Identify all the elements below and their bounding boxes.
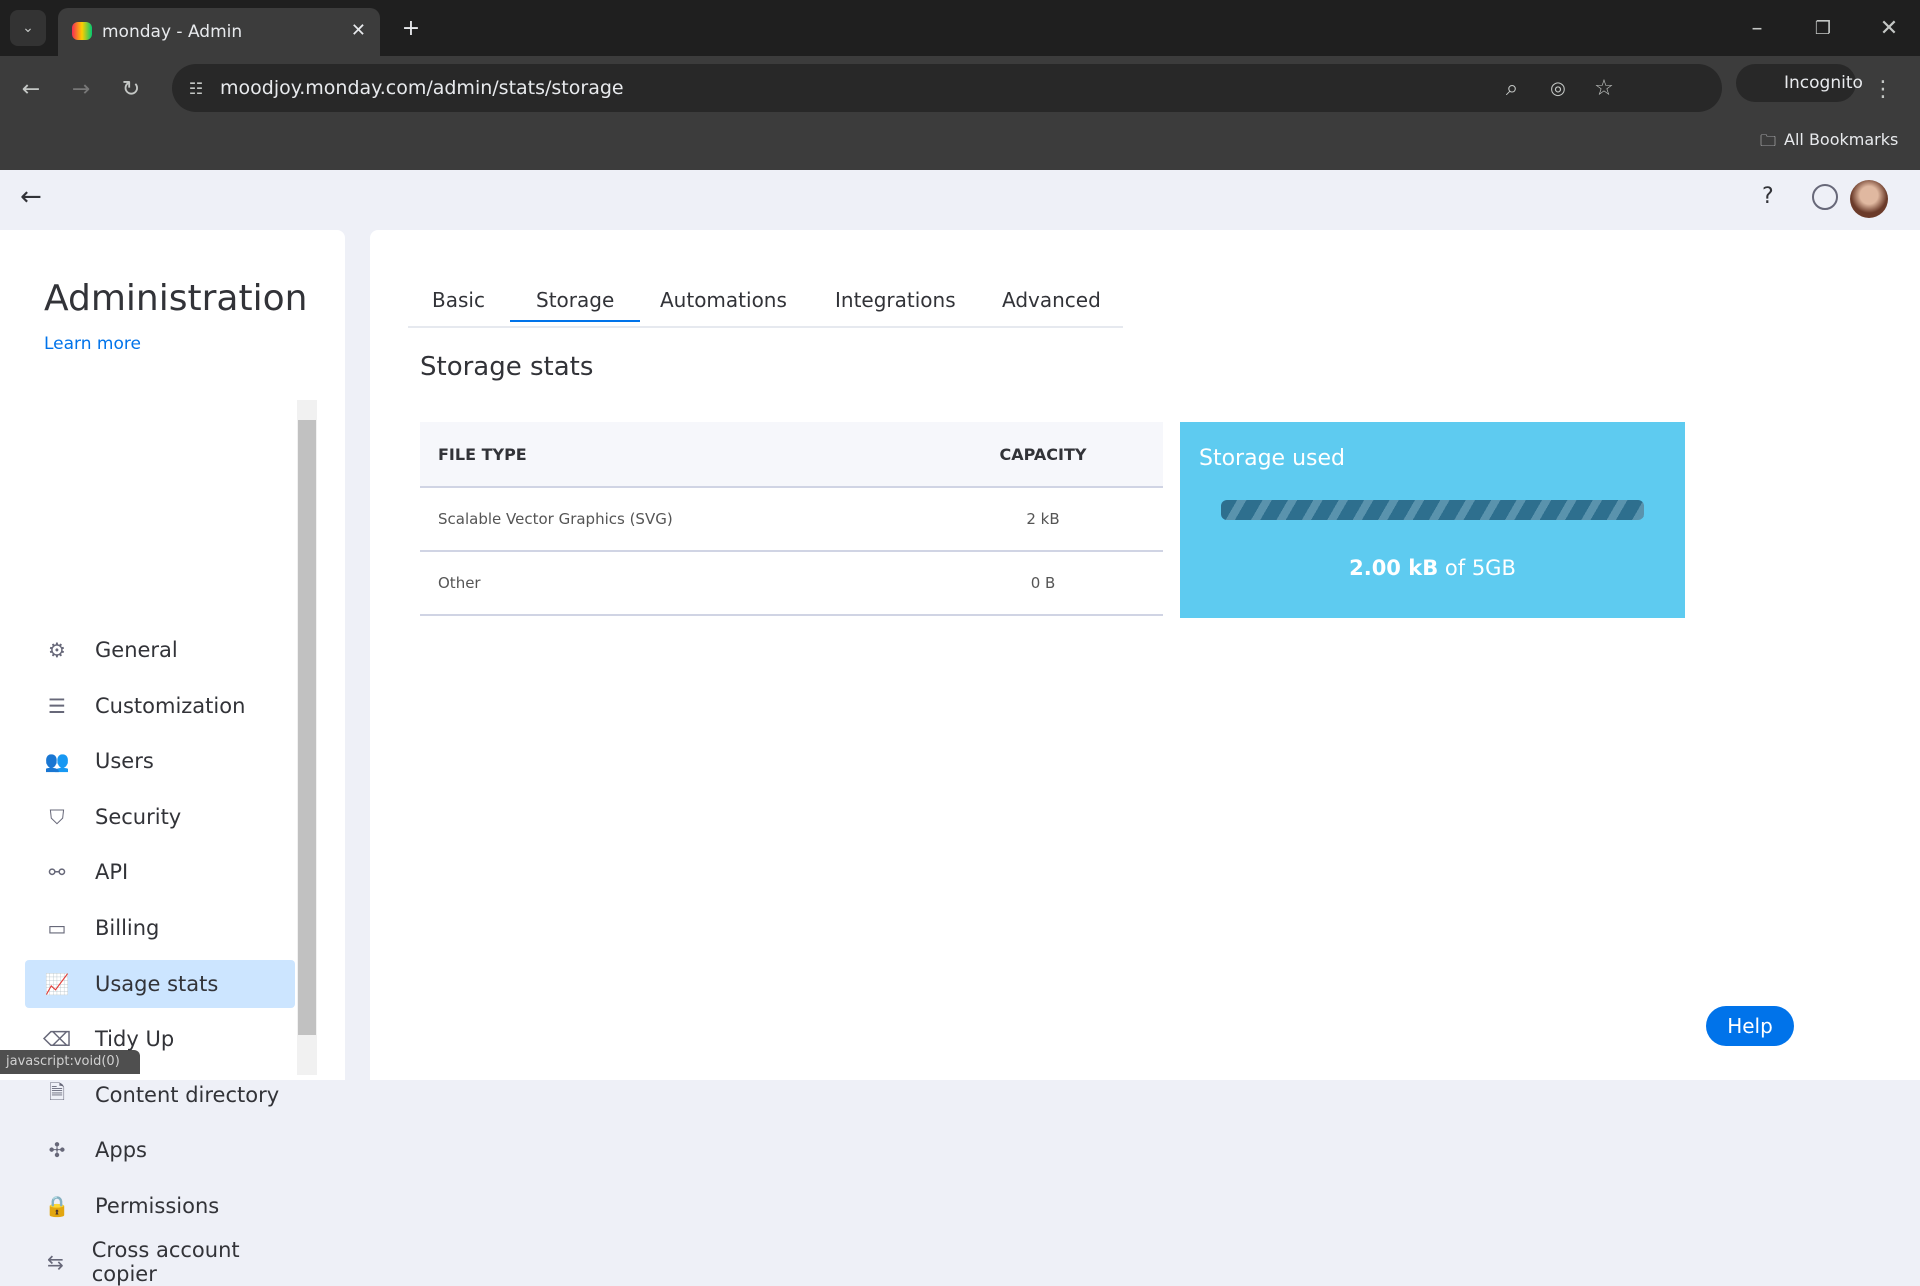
sidebar-item-billing[interactable]: ▭ Billing: [25, 904, 295, 952]
sidebar-item-label: Permissions: [95, 1194, 220, 1218]
sidebar-item-cross-account-copier[interactable]: ⇆ Cross account copier: [25, 1238, 295, 1286]
sidebar-item-label: Users: [95, 749, 154, 774]
sidebar-item-label: API: [95, 860, 129, 885]
monday-logo-icon: [72, 22, 92, 40]
transfer-icon: ⇆: [46, 1249, 64, 1274]
folder-icon: 🗀: [1760, 131, 1777, 150]
storage-table: FILE TYPE CAPACITY Scalable Vector Graph…: [420, 422, 1163, 616]
puzzle-icon: ✣: [48, 1138, 66, 1163]
total-amount: of 5GB: [1444, 556, 1516, 580]
sidebar-item-users[interactable]: 👥 Users: [25, 737, 295, 785]
lock-icon: 🔒: [44, 1194, 70, 1218]
sidebar-item-customization[interactable]: ☰ Customization: [25, 682, 295, 730]
site-info-icon[interactable]: ☷: [182, 74, 210, 102]
new-tab-button[interactable]: +: [396, 12, 426, 44]
status-bubble: javascript:void(0): [0, 1050, 140, 1074]
users-icon: 👥: [44, 749, 70, 774]
table-row: Other 0 B: [420, 551, 1163, 615]
avatar[interactable]: [1850, 180, 1888, 218]
scrollbar-thumb[interactable]: [298, 420, 316, 1035]
chart-icon: 📈: [44, 971, 70, 996]
back-arrow-icon[interactable]: ←: [20, 182, 42, 212]
help-icon[interactable]: ?: [1762, 184, 1774, 209]
restore-button[interactable]: ❐: [1808, 12, 1838, 44]
address-bar[interactable]: ☷ moodjoy.monday.com/admin/stats/storage…: [172, 64, 1722, 112]
tabs-divider: [408, 326, 1123, 328]
sidebar-item-label: Content directory: [95, 1082, 280, 1107]
bookmark-star-icon[interactable]: ☆: [1590, 74, 1618, 102]
sidebar-item-api[interactable]: ⚯ API: [25, 848, 295, 896]
storage-used-card: Storage used 2.00 kB of 5GB: [1180, 422, 1685, 618]
browser-tab[interactable]: monday - Admin ✕: [58, 8, 380, 56]
reload-button[interactable]: ↻: [114, 72, 148, 106]
sidebar-scrollbar[interactable]: [297, 400, 317, 1075]
browser-tab-bar: ⌄ monday - Admin ✕ + – ❐ ✕: [0, 0, 1920, 56]
sidebar-item-permissions[interactable]: 🔒 Permissions: [25, 1182, 295, 1230]
tab-basic[interactable]: Basic: [432, 288, 485, 312]
tab-advanced[interactable]: Advanced: [1002, 288, 1101, 312]
used-amount: 2.00 kB: [1349, 556, 1439, 580]
back-button[interactable]: ←: [14, 72, 48, 106]
sidebar-item-label: Security: [95, 804, 182, 829]
directory-icon: 🗎: [48, 1079, 66, 1104]
sidebar-item-content-directory[interactable]: 🗎 Content directory: [25, 1071, 295, 1119]
sidebar-item-usage-stats[interactable]: 📈 Usage stats: [25, 959, 295, 1008]
sidebar-item-security[interactable]: ⛉ Security: [25, 793, 295, 841]
sliders-icon: ☰: [48, 693, 66, 718]
card-icon: ▭: [47, 916, 67, 940]
tracking-protection-icon[interactable]: ◎: [1544, 74, 1572, 102]
gear-icon: ⚙: [48, 638, 66, 662]
app-header: ← ?: [0, 170, 1920, 230]
storage-progress-bar: [1221, 500, 1644, 520]
sidebar-item-apps[interactable]: ✣ Apps: [25, 1126, 295, 1174]
menu-icon[interactable]: ⋮: [1866, 72, 1900, 106]
sidebar-item-label: Cross account copier: [91, 1237, 240, 1286]
admin-sidebar: Administration Learn more ⚙ General ☰ Custo…: [0, 230, 345, 1286]
capacity-cell: 0 B: [1030, 574, 1056, 592]
sidebar-item-label: Billing: [95, 916, 160, 940]
all-bookmarks[interactable]: 🗀 All Bookmarks: [1760, 130, 1898, 157]
storage-used-title: Storage used: [1199, 446, 1345, 471]
sidebar-item-label: General: [95, 638, 178, 662]
storage-used-text: 2.00 kB of 5GB: [1180, 556, 1685, 580]
zoom-icon[interactable]: ⌕: [1498, 74, 1526, 102]
tab-automations[interactable]: Automations: [660, 288, 787, 312]
tab-title: monday - Admin: [102, 22, 243, 42]
shield-icon: ⛉: [49, 804, 65, 829]
section-title: Storage stats: [420, 352, 594, 382]
forward-button[interactable]: →: [64, 72, 98, 106]
tab-search-button[interactable]: ⌄: [10, 10, 46, 46]
sidebar-title: Administration: [44, 278, 308, 319]
tab-storage[interactable]: Storage: [510, 288, 641, 322]
minimize-button[interactable]: –: [1742, 12, 1772, 44]
sidebar-item-label: Tidy Up: [95, 1027, 175, 1052]
sidebar-item-label: Usage stats: [95, 971, 219, 996]
sidebar-item-label: Apps: [95, 1138, 147, 1163]
tab-integrations[interactable]: Integrations: [835, 288, 956, 312]
capacity-cell: 2 kB: [1026, 510, 1060, 528]
file-type-cell: Other: [438, 574, 481, 592]
close-window-button[interactable]: ✕: [1874, 12, 1904, 44]
table-row: Scalable Vector Graphics (SVG) 2 kB: [420, 487, 1163, 551]
table-header: FILE TYPE CAPACITY: [420, 422, 1163, 487]
main-panel: Basic Storage Automations Integrations Advan…: [370, 230, 1920, 1080]
broom-icon: ⌫: [42, 1027, 72, 1052]
header-file-type: FILE TYPE: [438, 444, 527, 464]
help-button[interactable]: Help: [1706, 1006, 1794, 1046]
sidebar-item-label: Customization: [95, 693, 246, 718]
api-icon: ⚯: [48, 860, 66, 885]
learn-more-link[interactable]: Learn more: [44, 334, 141, 354]
updates-icon[interactable]: [1812, 184, 1838, 210]
sidebar-item-general[interactable]: ⚙ General: [25, 626, 295, 674]
file-type-cell: Scalable Vector Graphics (SVG): [438, 510, 673, 528]
close-tab-icon[interactable]: ✕: [351, 20, 366, 41]
url-text: moodjoy.monday.com/admin/stats/storage: [220, 77, 624, 99]
header-capacity: CAPACITY: [999, 444, 1087, 464]
incognito-indicator[interactable]: Incognito: [1736, 64, 1863, 102]
